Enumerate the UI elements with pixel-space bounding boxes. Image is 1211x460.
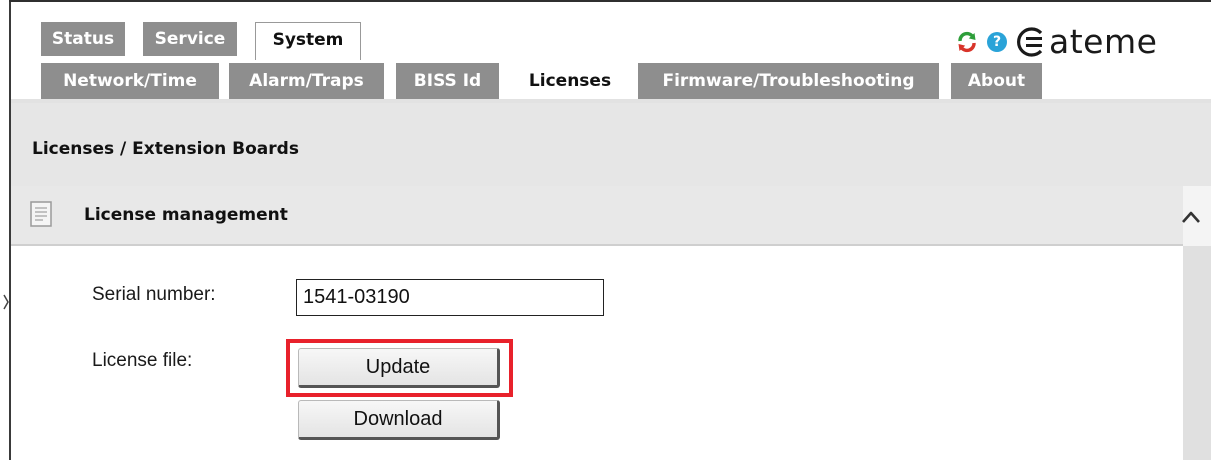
license-file-label: License file: <box>92 350 193 371</box>
scrollbar-track[interactable] <box>1183 246 1211 460</box>
update-button[interactable]: Update <box>298 348 500 388</box>
tab-about[interactable]: About <box>951 63 1042 99</box>
tab-system[interactable]: System <box>255 22 361 60</box>
page-title: Licenses / Extension Boards <box>32 139 299 159</box>
page-title-bar: Licenses / Extension Boards <box>11 103 1211 186</box>
help-icon[interactable]: ? <box>987 32 1007 52</box>
chevron-up-icon[interactable] <box>1180 205 1202 229</box>
tab-alarm-traps[interactable]: Alarm/Traps <box>229 63 384 99</box>
tab-network-time[interactable]: Network/Time <box>41 63 219 99</box>
tab-status[interactable]: Status <box>41 22 125 56</box>
tab-service[interactable]: Service <box>143 22 237 56</box>
download-button[interactable]: Download <box>298 400 500 440</box>
resize-handle-icon <box>3 294 9 310</box>
serial-number-input[interactable] <box>296 279 604 316</box>
brand-name: ateme <box>1049 22 1158 61</box>
serial-number-label: Serial number: <box>92 284 216 305</box>
panel-title: License management <box>84 205 288 225</box>
window-left-edge <box>0 0 4 460</box>
ateme-logo: ateme <box>1015 22 1157 62</box>
tab-licenses[interactable]: Licenses <box>512 63 628 103</box>
tab-biss-id[interactable]: BISS Id <box>396 63 499 99</box>
refresh-icon[interactable] <box>955 30 979 54</box>
document-icon <box>30 201 52 227</box>
ateme-logo-mark-icon <box>1017 27 1043 57</box>
panel-header[interactable]: License management <box>11 186 1183 246</box>
tab-firmware-troubleshooting[interactable]: Firmware/Troubleshooting <box>638 63 939 99</box>
header-tools: ? ateme <box>955 22 1157 62</box>
